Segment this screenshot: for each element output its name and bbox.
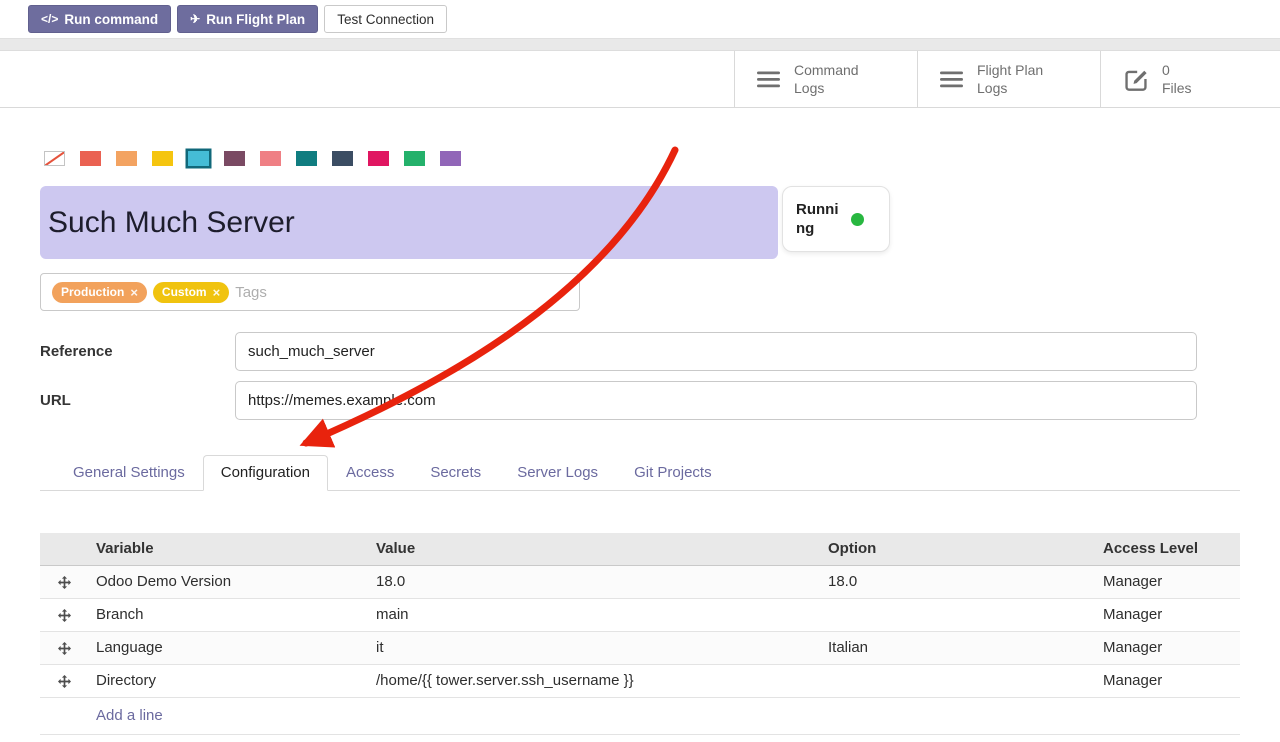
drag-handle-icon[interactable] (40, 631, 88, 664)
tab-configuration[interactable]: Configuration (203, 455, 328, 491)
table-row[interactable]: Language it Italian Manager (40, 631, 1240, 664)
table-row[interactable]: Branch main Manager (40, 598, 1240, 631)
tag-remove-icon[interactable]: × (130, 286, 138, 299)
status-indicator-dot (851, 213, 864, 226)
run-flight-plan-button[interactable]: ✈ Run Flight Plan (177, 5, 318, 33)
tab-access[interactable]: Access (328, 455, 412, 491)
stat-files-count: 0 (1162, 61, 1192, 79)
run-command-button[interactable]: </> Run command (28, 5, 171, 33)
header-option: Option (820, 533, 1095, 565)
cell-value[interactable]: 18.0 (368, 565, 820, 598)
color-swatch-none[interactable] (44, 151, 65, 166)
stat-files-line2: Files (1162, 79, 1192, 97)
header-handle (40, 533, 88, 565)
tab-secrets[interactable]: Secrets (412, 455, 499, 491)
reference-input[interactable] (235, 332, 1197, 371)
chevron-down-icon[interactable]: ▼ (559, 287, 568, 297)
tags-placeholder: Tags (235, 284, 267, 301)
tab-server-logs[interactable]: Server Logs (499, 455, 616, 491)
cell-value[interactable]: /home/{{ tower.server.ssh_username }} (368, 664, 820, 697)
edit-icon (1123, 66, 1149, 92)
run-command-label: Run command (64, 12, 158, 27)
add-line-link[interactable]: Add a line (96, 707, 163, 724)
cell-variable[interactable]: Odoo Demo Version (88, 565, 368, 598)
tag-pill-custom[interactable]: Custom × (153, 282, 229, 303)
tag-pill-production[interactable]: Production × (52, 282, 147, 303)
control-bar: </> Run command ✈ Run Flight Plan Test C… (0, 0, 1280, 38)
stat-button-flight-plan-logs[interactable]: Flight Plan Logs (917, 51, 1100, 107)
notebook-tabs: General Settings Configuration Access Se… (40, 455, 1240, 491)
cell-variable[interactable]: Branch (88, 598, 368, 631)
table-row[interactable]: Odoo Demo Version 18.0 18.0 Manager (40, 565, 1240, 598)
cell-value[interactable]: main (368, 598, 820, 631)
cell-access-level[interactable]: Manager (1095, 565, 1240, 598)
drag-handle-icon[interactable] (40, 598, 88, 631)
table-row[interactable]: Directory /home/{{ tower.server.ssh_user… (40, 664, 1240, 697)
color-swatch-8[interactable] (332, 151, 353, 166)
cell-access-level[interactable]: Manager (1095, 598, 1240, 631)
test-connection-label: Test Connection (337, 12, 434, 27)
stat-button-command-logs[interactable]: Command Logs (734, 51, 917, 107)
divider-strip (0, 38, 1280, 51)
run-flight-plan-label: Run Flight Plan (206, 12, 305, 27)
header-access-level: Access Level (1095, 533, 1240, 565)
server-name-input[interactable] (40, 186, 778, 259)
tab-git-projects[interactable]: Git Projects (616, 455, 730, 491)
color-swatch-10[interactable] (404, 151, 425, 166)
test-connection-button[interactable]: Test Connection (324, 5, 447, 33)
reference-label: Reference (40, 343, 235, 360)
color-swatch-9[interactable] (368, 151, 389, 166)
drag-handle-icon[interactable] (40, 664, 88, 697)
color-swatch-6[interactable] (260, 151, 281, 166)
bars-icon (940, 71, 964, 88)
header-value: Value (368, 533, 820, 565)
color-swatch-2[interactable] (116, 151, 137, 166)
color-swatch-7[interactable] (296, 151, 317, 166)
form-sheet: Running Production × Custom × Tags ▼ Refere… (0, 151, 1280, 735)
status-card[interactable]: Running (782, 186, 890, 252)
tag-label: Custom (162, 285, 207, 299)
cell-value[interactable]: it (368, 631, 820, 664)
stat-command-logs-line1: Command (794, 61, 859, 79)
tab-general-settings[interactable]: General Settings (55, 455, 203, 491)
add-line-row: Add a line (40, 697, 1240, 734)
color-swatch-3[interactable] (152, 151, 173, 166)
stat-flight-plan-logs-line1: Flight Plan (977, 61, 1043, 79)
tag-remove-icon[interactable]: × (213, 286, 221, 299)
stat-flight-plan-logs-line2: Logs (977, 79, 1043, 97)
tag-label: Production (61, 285, 124, 299)
url-label: URL (40, 392, 235, 409)
plane-icon: ✈ (190, 12, 200, 26)
cell-access-level[interactable]: Manager (1095, 664, 1240, 697)
color-swatch-1[interactable] (80, 151, 101, 166)
cell-access-level[interactable]: Manager (1095, 631, 1240, 664)
cell-variable[interactable]: Directory (88, 664, 368, 697)
bars-icon (757, 71, 781, 88)
tags-select[interactable]: Production × Custom × Tags ▼ (40, 273, 580, 311)
color-swatch-4[interactable] (188, 151, 209, 166)
code-icon: </> (41, 12, 58, 26)
cell-option[interactable]: 18.0 (820, 565, 1095, 598)
cell-option[interactable] (820, 664, 1095, 697)
header-variable: Variable (88, 533, 368, 565)
status-label: Running (796, 200, 842, 239)
cell-option[interactable]: Italian (820, 631, 1095, 664)
drag-handle-icon[interactable] (40, 565, 88, 598)
url-input[interactable] (235, 381, 1197, 420)
tag-pills: Production × Custom × (52, 282, 229, 303)
cell-variable[interactable]: Language (88, 631, 368, 664)
stat-command-logs-line2: Logs (794, 79, 859, 97)
color-swatch-5[interactable] (224, 151, 245, 166)
stat-button-files[interactable]: 0 Files (1100, 51, 1280, 107)
configuration-table: Variable Value Option Access Level Odoo … (40, 533, 1240, 735)
color-swatch-11[interactable] (440, 151, 461, 166)
cell-option[interactable] (820, 598, 1095, 631)
color-palette (44, 151, 1240, 166)
header-band: Command Logs Flight Plan Logs 0 Files (0, 51, 1280, 108)
